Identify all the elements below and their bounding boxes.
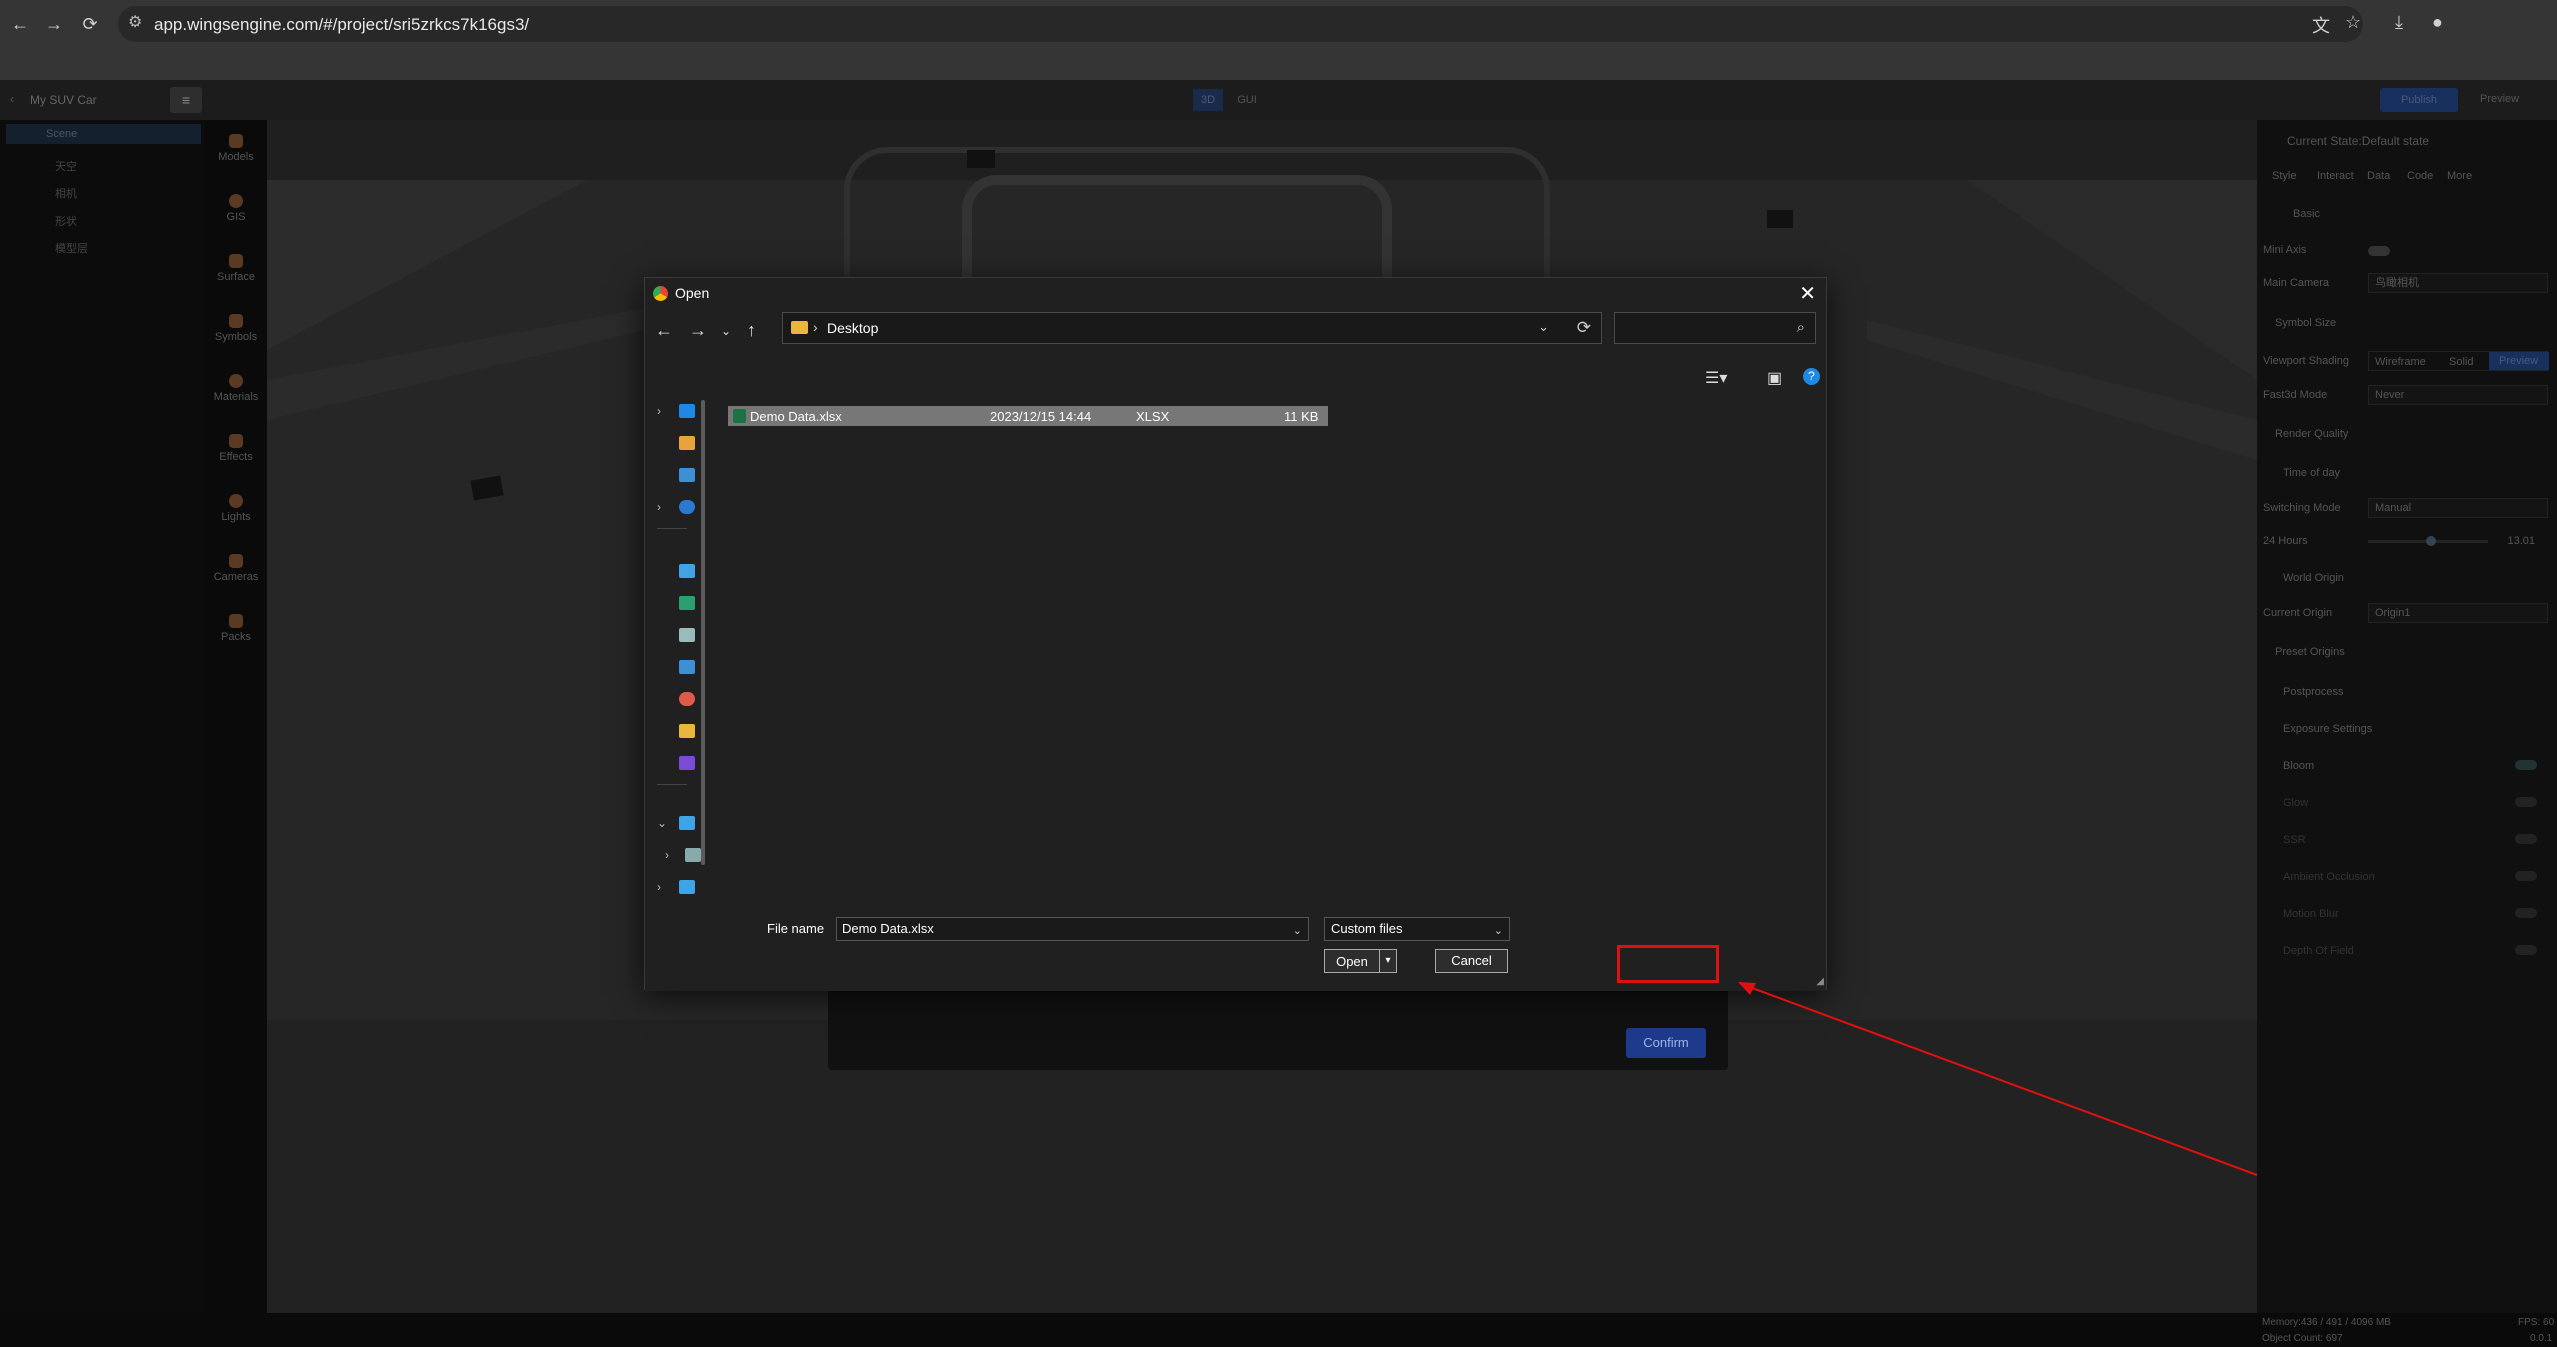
annotation-arrow: [1738, 982, 2258, 1176]
